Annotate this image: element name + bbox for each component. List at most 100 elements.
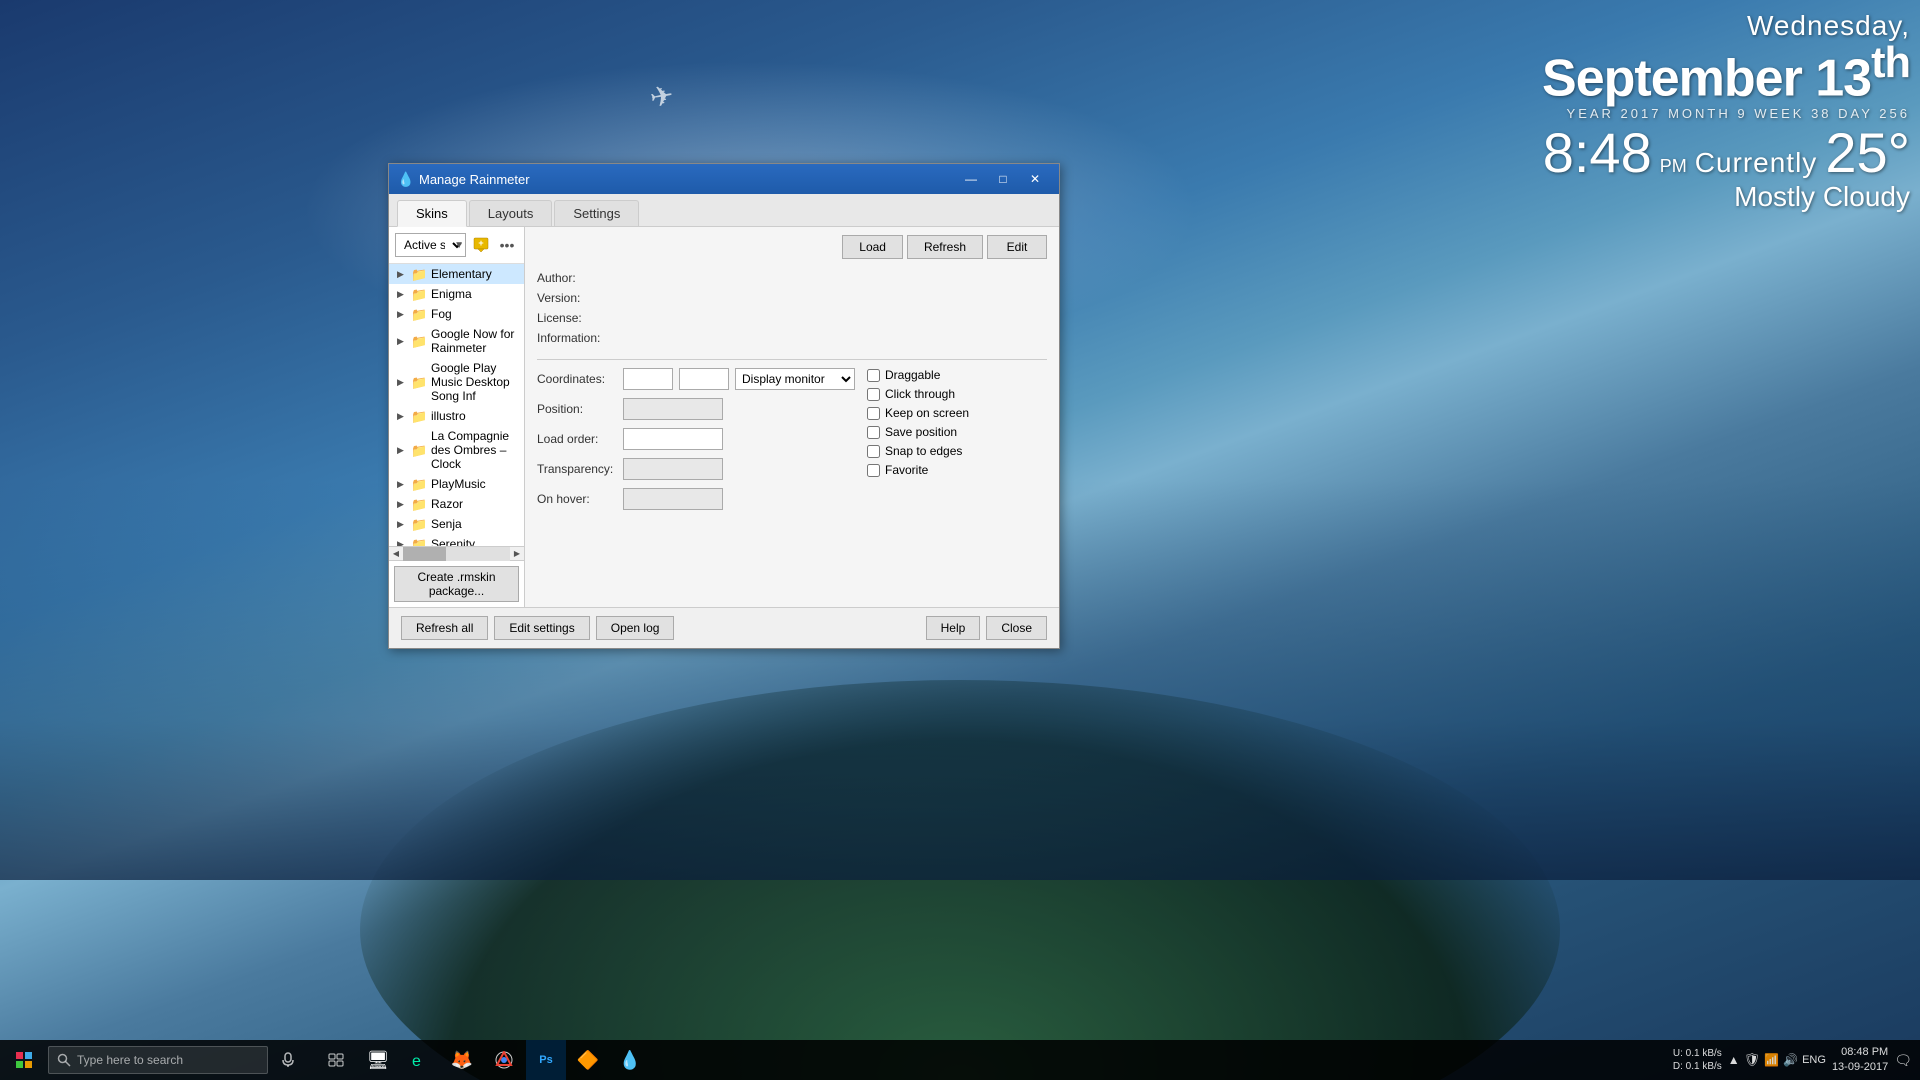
skins-toolbar: Active skinsAll skins ▼ + ••• xyxy=(389,227,524,264)
transparency-input[interactable] xyxy=(623,458,723,480)
refresh-all-button[interactable]: Refresh all xyxy=(401,616,488,640)
skin-item-fog[interactable]: ▶ 📁 Fog xyxy=(389,304,524,324)
photoshop-icon[interactable]: Ps xyxy=(526,1040,566,1080)
skin-item-googlenow[interactable]: ▶ 📁 Google Now for Rainmeter xyxy=(389,324,524,358)
skin-item-serenity[interactable]: ▶ 📁 Serenity xyxy=(389,534,524,546)
tab-layouts[interactable]: Layouts xyxy=(469,200,553,226)
maximize-button[interactable]: □ xyxy=(987,164,1019,194)
microphone-button[interactable] xyxy=(268,1040,308,1080)
taskbar-date: 13-09-2017 xyxy=(1832,1060,1888,1075)
saveposition-checkbox[interactable] xyxy=(867,426,880,439)
folder-icon: 📁 xyxy=(411,334,427,348)
expand-icon: ▶ xyxy=(397,336,407,347)
manage-rainmeter-window: 💧 Manage Rainmeter — □ ✕ Skins Layouts S… xyxy=(388,163,1060,649)
security-icon[interactable]: 🛡 xyxy=(1744,1052,1761,1068)
start-button[interactable] xyxy=(0,1040,48,1080)
skin-item-googleplay[interactable]: ▶ 📁 Google Play Music Desktop Song Inf xyxy=(389,358,524,406)
skin-name: La Compagnie des Ombres – Clock xyxy=(431,429,520,471)
window-bottom-bar: Refresh all Edit settings Open log Help … xyxy=(389,607,1059,648)
notification-button[interactable]: 🗨 xyxy=(1894,1052,1912,1069)
skin-item-enigma[interactable]: ▶ 📁 Enigma xyxy=(389,284,524,304)
load-button[interactable]: Load xyxy=(842,235,903,259)
close-window-button[interactable]: ✕ xyxy=(1019,164,1051,194)
skin-item-playmusic[interactable]: ▶ 📁 PlayMusic xyxy=(389,474,524,494)
skin-name: Senja xyxy=(431,517,520,531)
skin-item-senja[interactable]: ▶ 📁 Senja xyxy=(389,514,524,534)
draggable-checkbox[interactable] xyxy=(867,369,880,382)
active-skins-dropdown[interactable]: Active skinsAll skins xyxy=(395,233,466,257)
tray-icons: ▲ 🛡 📶 🔊 ENG xyxy=(1728,1052,1826,1068)
rainmeter-icon: 💧 xyxy=(397,171,413,187)
language-label[interactable]: ENG xyxy=(1802,1054,1826,1066)
folder-icon: 📁 xyxy=(411,267,427,281)
close-button[interactable]: Close xyxy=(986,616,1047,640)
on-hover-row: On hover: xyxy=(537,488,855,510)
taskbar-search-box[interactable]: Type here to search xyxy=(48,1046,268,1074)
on-hover-input[interactable] xyxy=(623,488,723,510)
search-placeholder: Type here to search xyxy=(77,1053,183,1067)
position-input[interactable] xyxy=(623,398,723,420)
folder-icon: 📁 xyxy=(411,497,427,511)
minimize-button[interactable]: — xyxy=(955,164,987,194)
skin-name: Elementary xyxy=(431,267,520,281)
scroll-right-button[interactable]: ▶ xyxy=(510,547,524,561)
active-skins-dropdown-wrapper: Active skinsAll skins ▼ xyxy=(395,233,466,257)
scroll-thumb[interactable] xyxy=(403,547,446,561)
chrome-icon[interactable] xyxy=(484,1040,524,1080)
firefox-icon[interactable]: 🦊 xyxy=(442,1040,482,1080)
load-order-row: Load order: xyxy=(537,428,855,450)
favorite-checkbox-row: Favorite xyxy=(867,463,1047,477)
clock-temperature: 25° xyxy=(1825,125,1910,181)
tab-settings[interactable]: Settings xyxy=(554,200,639,226)
create-rmskin-button[interactable]: Create .rmskin package... xyxy=(394,566,519,602)
app7-icon[interactable]: 💧 xyxy=(610,1040,650,1080)
coord-x-input[interactable] xyxy=(623,368,673,390)
desktop-clock-widget: Wednesday, September 13th YEAR 2017 MONT… xyxy=(1542,10,1910,213)
wifi-icon[interactable]: 📶 xyxy=(1764,1053,1779,1067)
edit-settings-button[interactable]: Edit settings xyxy=(494,616,589,640)
taskbar-app-icons: 🖥 e 🦊 Ps 🔶 💧 xyxy=(316,1040,650,1080)
help-button[interactable]: Help xyxy=(926,616,981,640)
snaptoedges-checkbox[interactable] xyxy=(867,445,880,458)
taskbar-clock[interactable]: 08:48 PM 13-09-2017 xyxy=(1832,1045,1888,1076)
license-field-row: License: xyxy=(537,311,1047,325)
scroll-left-button[interactable]: ◀ xyxy=(389,547,403,561)
load-order-input[interactable] xyxy=(623,428,723,450)
search-icon xyxy=(57,1053,71,1067)
position-label: Position: xyxy=(537,402,617,416)
clickthrough-checkbox[interactable] xyxy=(867,388,880,401)
refresh-button[interactable]: Refresh xyxy=(907,235,983,259)
edge-icon[interactable]: e xyxy=(400,1040,440,1080)
skin-list-scrollbar[interactable]: ◀ ▶ xyxy=(389,546,524,560)
more-options-button[interactable]: ••• xyxy=(496,234,518,256)
clock-time-row: 8:48 PM Currently 25° xyxy=(1542,125,1910,181)
tabs-row: Skins Layouts Settings xyxy=(389,194,1059,227)
expand-icon: ▶ xyxy=(397,309,407,320)
add-skin-button[interactable]: + xyxy=(470,234,492,256)
window-title: Manage Rainmeter xyxy=(419,172,955,187)
expand-icon: ▶ xyxy=(397,479,407,490)
coord-y-input[interactable] xyxy=(679,368,729,390)
open-log-button[interactable]: Open log xyxy=(596,616,675,640)
network-icon[interactable]: ▲ xyxy=(1728,1053,1740,1067)
divider xyxy=(537,359,1047,360)
keeponscreen-checkbox[interactable] xyxy=(867,407,880,420)
skin-item-illustro[interactable]: ▶ 📁 illustro xyxy=(389,406,524,426)
window-titlebar: 💧 Manage Rainmeter — □ ✕ xyxy=(389,164,1059,194)
tab-skins[interactable]: Skins xyxy=(397,200,467,227)
volume-icon[interactable]: 🔊 xyxy=(1783,1053,1798,1067)
transparency-row: Transparency: xyxy=(537,458,855,480)
skin-item-elementary[interactable]: ▶ 📁 Elementary xyxy=(389,264,524,284)
vlc-icon[interactable]: 🔶 xyxy=(568,1040,608,1080)
skin-item-lacompagnie[interactable]: ▶ 📁 La Compagnie des Ombres – Clock xyxy=(389,426,524,474)
folder-icon: 📁 xyxy=(411,307,427,321)
scroll-track[interactable] xyxy=(403,547,510,561)
task-view-button[interactable] xyxy=(316,1040,356,1080)
expand-icon: ▶ xyxy=(397,411,407,422)
favorite-checkbox[interactable] xyxy=(867,464,880,477)
edit-button[interactable]: Edit xyxy=(987,235,1047,259)
display-monitor-select[interactable]: Display monitor xyxy=(735,368,855,390)
expand-icon: ▶ xyxy=(397,289,407,300)
monitor-icon[interactable]: 🖥 xyxy=(358,1040,398,1080)
skin-item-razor[interactable]: ▶ 📁 Razor xyxy=(389,494,524,514)
